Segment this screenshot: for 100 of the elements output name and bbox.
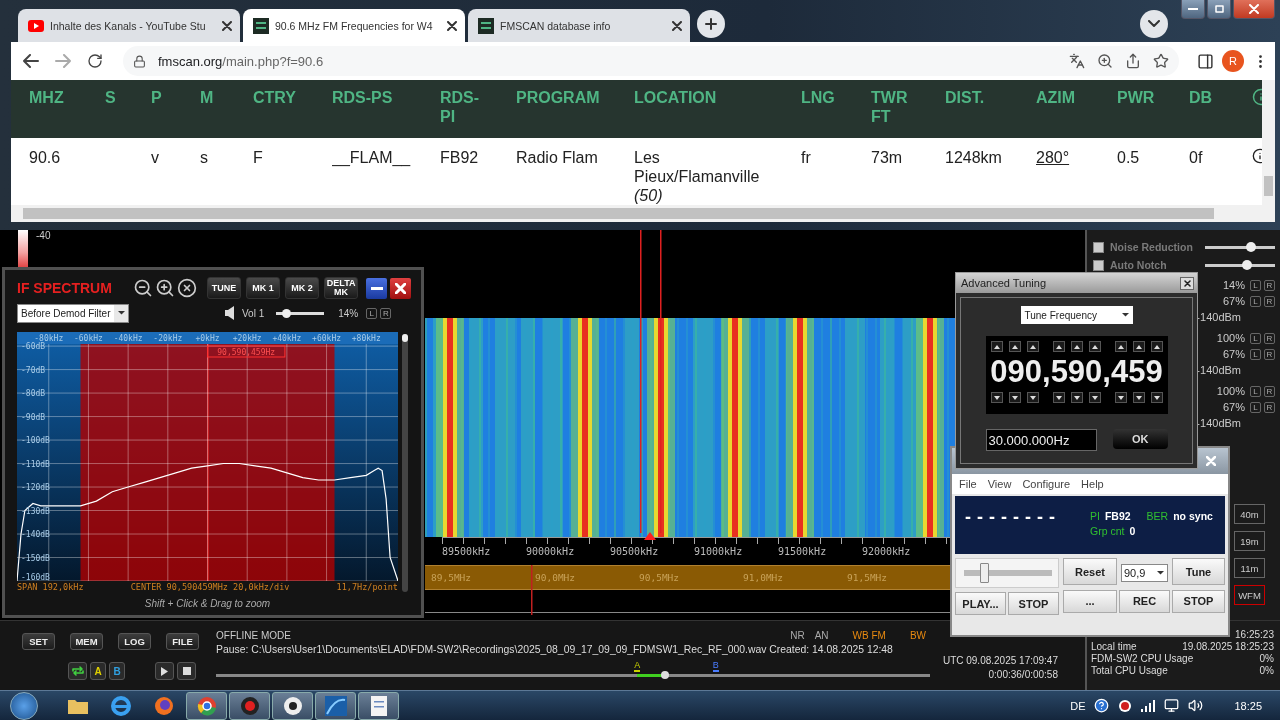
record-button[interactable]: REC [1119,589,1170,613]
down-arrow-button[interactable] [990,392,1003,403]
browser-icon[interactable] [153,695,174,716]
taskbar-button[interactable] [358,691,399,720]
slider-thumb[interactable] [1245,242,1256,252]
address-bar[interactable]: fmscan.org/main.php?f=90.6 [123,46,1179,76]
channel-toggle[interactable]: R [1264,348,1275,360]
vertical-scrollbar[interactable] [402,334,408,592]
menu-item[interactable]: Help [1081,478,1104,490]
channel-toggle[interactable]: L [1250,332,1261,344]
zoom-reset-icon[interactable] [177,278,197,298]
loop-button[interactable] [68,662,87,680]
volume-icon[interactable] [1188,698,1204,713]
menu-item[interactable]: Configure [1022,478,1071,490]
up-arrow-button[interactable] [1132,341,1145,352]
close-button[interactable] [1180,276,1194,290]
channel-toggle[interactable]: R [1264,385,1275,397]
up-arrow-button[interactable] [1070,341,1083,352]
down-arrow-button[interactable] [1088,392,1101,403]
up-arrow-button[interactable] [990,341,1003,352]
slider-thumb[interactable] [979,563,989,583]
globe-icon[interactable] [110,695,131,716]
close-button[interactable] [1233,0,1275,19]
stop-button[interactable]: STOP [1172,589,1225,613]
menu-item[interactable]: View [987,478,1012,490]
checkbox[interactable] [1093,241,1104,253]
signal-bars-icon[interactable] [1141,699,1156,712]
station-combo[interactable]: 90,9 [1121,563,1168,582]
zoom-icon[interactable] [1097,53,1113,69]
maximize-button[interactable] [1207,0,1231,19]
language-indicator[interactable]: DE [1070,699,1086,712]
azimuth-link[interactable]: 280° [1036,149,1070,166]
down-arrow-button[interactable] [1008,392,1021,403]
browser-tab[interactable]: FMSCAN database info [468,9,690,42]
channel-toggle[interactable]: R [1264,401,1275,413]
channel-toggle[interactable]: L [1250,295,1261,307]
channel-toggle[interactable]: L [366,307,378,319]
zoom-out-icon[interactable] [133,278,153,298]
play-button[interactable]: PLAY... [955,592,1006,615]
up-arrow-button[interactable] [1114,341,1127,352]
stop-button[interactable]: STOP [1008,592,1059,615]
down-arrow-button[interactable] [1052,392,1065,403]
up-arrow-button[interactable] [1150,341,1163,352]
vertical-scrollbar[interactable] [1262,80,1275,205]
reset-button[interactable]: Reset [1063,558,1117,585]
down-arrow-button[interactable] [1132,392,1145,403]
horizontal-scrollbar[interactable] [11,205,1275,222]
channel-toggle[interactable]: L [1250,348,1261,360]
start-button[interactable] [10,691,38,720]
mode-dropdown[interactable]: Tune Frequency [1020,306,1133,324]
share-icon[interactable] [1125,53,1141,69]
disc-icon[interactable] [282,695,303,716]
new-tab-button[interactable] [697,10,725,38]
channel-toggle[interactable]: L [1250,385,1261,397]
taskbar-button[interactable] [229,691,270,720]
band-button[interactable]: 11m [1234,558,1265,578]
channel-toggle[interactable]: R [1264,279,1275,291]
browser-tab[interactable]: Inhalte des Kanals - YouTube Stu [18,9,240,42]
filter-dropdown[interactable]: Before Demod Filter [17,303,129,323]
band-button[interactable]: 40m [1234,504,1265,524]
toolbar-button[interactable]: MK 1 [246,277,280,299]
browse-button[interactable]: ... [1063,589,1117,613]
menu-item[interactable]: File [959,478,977,490]
up-arrow-button[interactable] [1088,341,1101,352]
ok-button[interactable]: OK [1112,429,1168,449]
channel-toggle[interactable]: R [380,307,392,319]
band-button[interactable]: 19m [1234,531,1265,551]
document-icon[interactable] [370,695,387,716]
channel-toggle[interactable]: R [1264,295,1275,307]
wave-app-icon[interactable] [324,695,347,716]
close-icon[interactable] [447,20,457,31]
tuning-marker-drawing[interactable] [637,230,663,540]
toolbar-button[interactable]: DELTA MK [324,277,358,299]
toolbar-button[interactable]: MK 2 [285,277,319,299]
record-icon[interactable] [1118,698,1133,713]
translate-icon[interactable] [1069,53,1085,69]
marker-button[interactable]: A [90,662,106,680]
channel-toggle[interactable]: L [1250,401,1261,413]
up-arrow-button[interactable] [1026,341,1039,352]
channel-toggle[interactable]: R [1264,332,1275,344]
stop-button[interactable] [177,662,196,680]
tab-search-button[interactable] [1140,10,1168,38]
browser-icon[interactable] [196,695,217,716]
step-field[interactable]: 30.000.000Hz [985,429,1097,451]
taskbar-button[interactable] [272,691,313,720]
marker-button[interactable]: B [109,662,125,680]
folder-icon[interactable] [67,697,88,714]
bookmark-star-icon[interactable] [1153,53,1169,69]
profile-avatar[interactable]: R [1222,50,1244,72]
minimize-button[interactable] [366,277,387,299]
checkbox[interactable] [1093,259,1104,271]
band-button[interactable]: WFM [1234,585,1265,605]
panel-button[interactable]: MEM [70,633,103,650]
down-arrow-button[interactable] [1026,392,1039,403]
panel-button[interactable]: FILE [166,633,199,650]
taskbar-button[interactable] [186,691,227,720]
close-icon[interactable] [222,20,232,31]
toolbar-button[interactable]: TUNE [207,277,241,299]
up-arrow-button[interactable] [1052,341,1065,352]
channel-toggle[interactable]: L [1250,279,1261,291]
